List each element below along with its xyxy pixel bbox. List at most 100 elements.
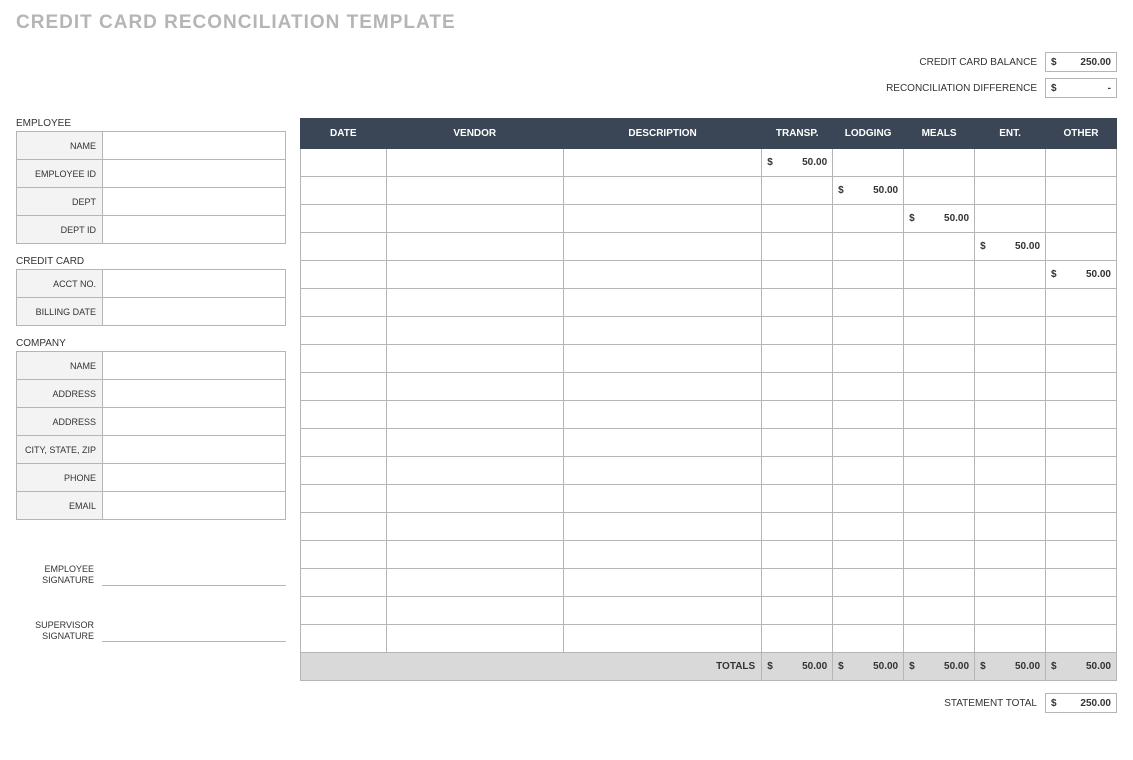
amount-cell[interactable] — [975, 373, 1046, 401]
info-value-cell[interactable] — [103, 352, 286, 380]
cell[interactable] — [386, 373, 563, 401]
cell[interactable] — [386, 597, 563, 625]
amount-cell[interactable] — [833, 149, 904, 177]
cell[interactable] — [301, 569, 387, 597]
info-value-cell[interactable] — [103, 436, 286, 464]
amount-cell[interactable] — [833, 261, 904, 289]
amount-cell[interactable] — [1046, 233, 1117, 261]
cell[interactable] — [301, 485, 387, 513]
amount-cell[interactable] — [904, 177, 975, 205]
amount-cell[interactable] — [1046, 513, 1117, 541]
balance-value-box[interactable]: $ 250.00 — [1045, 52, 1117, 72]
amount-cell[interactable] — [833, 345, 904, 373]
cell[interactable] — [386, 149, 563, 177]
amount-cell[interactable] — [975, 569, 1046, 597]
amount-cell[interactable] — [1046, 289, 1117, 317]
amount-cell[interactable] — [762, 625, 833, 653]
cell[interactable] — [386, 513, 563, 541]
cell[interactable] — [301, 429, 387, 457]
amount-cell[interactable] — [833, 205, 904, 233]
cell[interactable] — [386, 485, 563, 513]
amount-cell[interactable] — [762, 345, 833, 373]
cell[interactable] — [301, 541, 387, 569]
amount-cell[interactable] — [904, 625, 975, 653]
amount-cell[interactable] — [833, 401, 904, 429]
amount-cell[interactable] — [762, 541, 833, 569]
cell[interactable] — [563, 233, 761, 261]
cell[interactable] — [563, 317, 761, 345]
amount-cell[interactable] — [762, 177, 833, 205]
amount-cell[interactable] — [762, 429, 833, 457]
amount-cell[interactable] — [904, 457, 975, 485]
amount-cell[interactable] — [904, 429, 975, 457]
amount-cell[interactable] — [1046, 429, 1117, 457]
amount-cell[interactable] — [975, 625, 1046, 653]
amount-cell[interactable] — [904, 317, 975, 345]
amount-cell[interactable] — [904, 149, 975, 177]
cell[interactable] — [386, 233, 563, 261]
info-value-cell[interactable] — [103, 270, 286, 298]
amount-cell[interactable] — [1046, 149, 1117, 177]
amount-cell[interactable] — [904, 513, 975, 541]
amount-cell[interactable] — [904, 261, 975, 289]
amount-cell[interactable] — [975, 345, 1046, 373]
cell[interactable] — [563, 541, 761, 569]
info-value-cell[interactable] — [103, 464, 286, 492]
cell[interactable] — [563, 373, 761, 401]
amount-cell[interactable]: $50.00 — [904, 205, 975, 233]
amount-cell[interactable] — [904, 373, 975, 401]
amount-cell[interactable] — [833, 485, 904, 513]
amount-cell[interactable] — [833, 429, 904, 457]
cell[interactable] — [386, 625, 563, 653]
amount-cell[interactable] — [975, 317, 1046, 345]
amount-cell[interactable] — [762, 373, 833, 401]
cell[interactable] — [301, 149, 387, 177]
amount-cell[interactable] — [904, 401, 975, 429]
employee-signature-line[interactable] — [102, 562, 286, 586]
amount-cell[interactable] — [762, 513, 833, 541]
amount-cell[interactable] — [904, 289, 975, 317]
amount-cell[interactable] — [904, 541, 975, 569]
cell[interactable] — [563, 177, 761, 205]
amount-cell[interactable] — [833, 541, 904, 569]
amount-cell[interactable] — [975, 485, 1046, 513]
amount-cell[interactable] — [762, 289, 833, 317]
cell[interactable] — [563, 513, 761, 541]
info-value-cell[interactable] — [103, 160, 286, 188]
cell[interactable] — [301, 233, 387, 261]
amount-cell[interactable] — [975, 513, 1046, 541]
cell[interactable] — [386, 345, 563, 373]
amount-cell[interactable] — [975, 457, 1046, 485]
cell[interactable] — [301, 373, 387, 401]
amount-cell[interactable]: $50.00 — [833, 177, 904, 205]
amount-cell[interactable] — [904, 233, 975, 261]
amount-cell[interactable] — [975, 149, 1046, 177]
amount-cell[interactable] — [1046, 345, 1117, 373]
amount-cell[interactable] — [1046, 625, 1117, 653]
info-value-cell[interactable] — [103, 216, 286, 244]
cell[interactable] — [386, 317, 563, 345]
info-value-cell[interactable] — [103, 380, 286, 408]
amount-cell[interactable]: $50.00 — [1046, 261, 1117, 289]
amount-cell[interactable] — [904, 569, 975, 597]
amount-cell[interactable] — [762, 233, 833, 261]
info-value-cell[interactable] — [103, 188, 286, 216]
amount-cell[interactable] — [1046, 205, 1117, 233]
amount-cell[interactable] — [1046, 457, 1117, 485]
cell[interactable] — [386, 569, 563, 597]
cell[interactable] — [301, 513, 387, 541]
cell[interactable] — [301, 401, 387, 429]
amount-cell[interactable] — [762, 261, 833, 289]
amount-cell[interactable] — [762, 485, 833, 513]
amount-cell[interactable] — [975, 289, 1046, 317]
cell[interactable] — [386, 289, 563, 317]
amount-cell[interactable] — [833, 597, 904, 625]
amount-cell[interactable] — [833, 289, 904, 317]
cell[interactable] — [563, 149, 761, 177]
amount-cell[interactable] — [904, 485, 975, 513]
cell[interactable] — [301, 205, 387, 233]
cell[interactable] — [386, 541, 563, 569]
amount-cell[interactable] — [1046, 401, 1117, 429]
cell[interactable] — [386, 429, 563, 457]
amount-cell[interactable] — [1046, 569, 1117, 597]
